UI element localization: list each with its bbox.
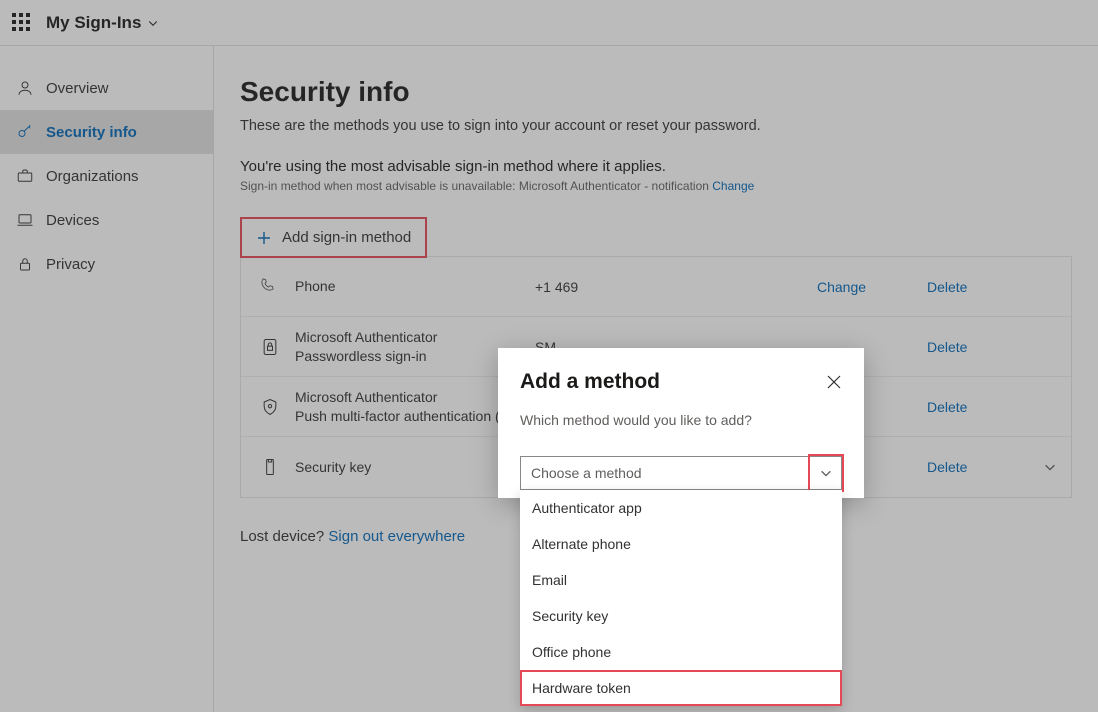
modal-title: Add a method	[520, 370, 660, 394]
method-value: +1 469	[535, 279, 817, 295]
sidebar-item-label: Devices	[46, 212, 99, 229]
delete-link[interactable]: Delete	[927, 459, 1037, 475]
sidebar: Overview Security info Organizations Dev…	[0, 46, 214, 712]
lock-icon	[16, 255, 34, 273]
chevron-down-icon	[1043, 460, 1057, 474]
method-options-list: Authenticator appAlternate phoneEmailSec…	[520, 490, 842, 706]
method-name: Phone	[295, 277, 535, 296]
method-option[interactable]: Alternate phone	[520, 526, 842, 562]
sidebar-item-label: Overview	[46, 80, 109, 97]
advisable-subtext: Sign-in method when most advisable is un…	[240, 179, 1072, 193]
method-option[interactable]: Authenticator app	[520, 490, 842, 526]
advisable-change-link[interactable]: Change	[712, 179, 754, 193]
auth-lock-icon	[260, 337, 280, 357]
add-sign-in-method-button[interactable]: Add sign-in method	[240, 217, 427, 258]
method-select[interactable]: Choose a method	[520, 456, 842, 490]
modal-question: Which method would you like to add?	[520, 412, 842, 428]
expand-chevron[interactable]	[1037, 460, 1063, 474]
delete-link[interactable]: Delete	[927, 399, 1037, 415]
page-subtitle: These are the methods you use to sign in…	[240, 118, 1072, 134]
sidebar-item-privacy[interactable]: Privacy	[0, 242, 213, 286]
page-title: Security info	[240, 76, 1072, 108]
auth-shield-icon	[260, 397, 280, 417]
change-link[interactable]: Change	[817, 279, 927, 295]
sidebar-item-label: Security info	[46, 124, 137, 141]
briefcase-icon	[16, 167, 34, 185]
sign-out-everywhere-link[interactable]: Sign out everywhere	[328, 528, 465, 545]
brand-dropdown[interactable]: My Sign-Ins	[46, 13, 159, 33]
add-method-label: Add sign-in method	[282, 229, 411, 246]
sidebar-item-label: Privacy	[46, 256, 95, 273]
method-select-placeholder: Choose a method	[531, 465, 642, 481]
sidebar-item-devices[interactable]: Devices	[0, 198, 213, 242]
plus-icon	[256, 230, 272, 246]
method-option[interactable]: Hardware token	[520, 670, 842, 706]
sidebar-item-overview[interactable]: Overview	[0, 66, 213, 110]
laptop-icon	[16, 211, 34, 229]
close-icon[interactable]	[826, 374, 842, 390]
method-option[interactable]: Office phone	[520, 634, 842, 670]
method-option[interactable]: Security key	[520, 598, 842, 634]
chevron-down-icon	[147, 17, 159, 29]
sidebar-item-security-info[interactable]: Security info	[0, 110, 213, 154]
sidebar-item-organizations[interactable]: Organizations	[0, 154, 213, 198]
phone-icon	[260, 277, 280, 297]
app-header: My Sign-Ins	[0, 0, 1098, 46]
add-method-modal: Add a method Which method would you like…	[498, 348, 864, 498]
person-icon	[16, 79, 34, 97]
key-icon	[16, 123, 34, 141]
delete-link[interactable]: Delete	[927, 279, 1037, 295]
delete-link[interactable]: Delete	[927, 339, 1037, 355]
method-row: Phone+1 469ChangeDelete	[241, 257, 1071, 317]
brand-label: My Sign-Ins	[46, 13, 141, 33]
advisable-text: You're using the most advisable sign-in …	[240, 158, 1072, 175]
sidebar-item-label: Organizations	[46, 168, 139, 185]
method-option[interactable]: Email	[520, 562, 842, 598]
key-usb-icon	[260, 457, 280, 477]
app-launcher-icon[interactable]	[12, 13, 32, 33]
